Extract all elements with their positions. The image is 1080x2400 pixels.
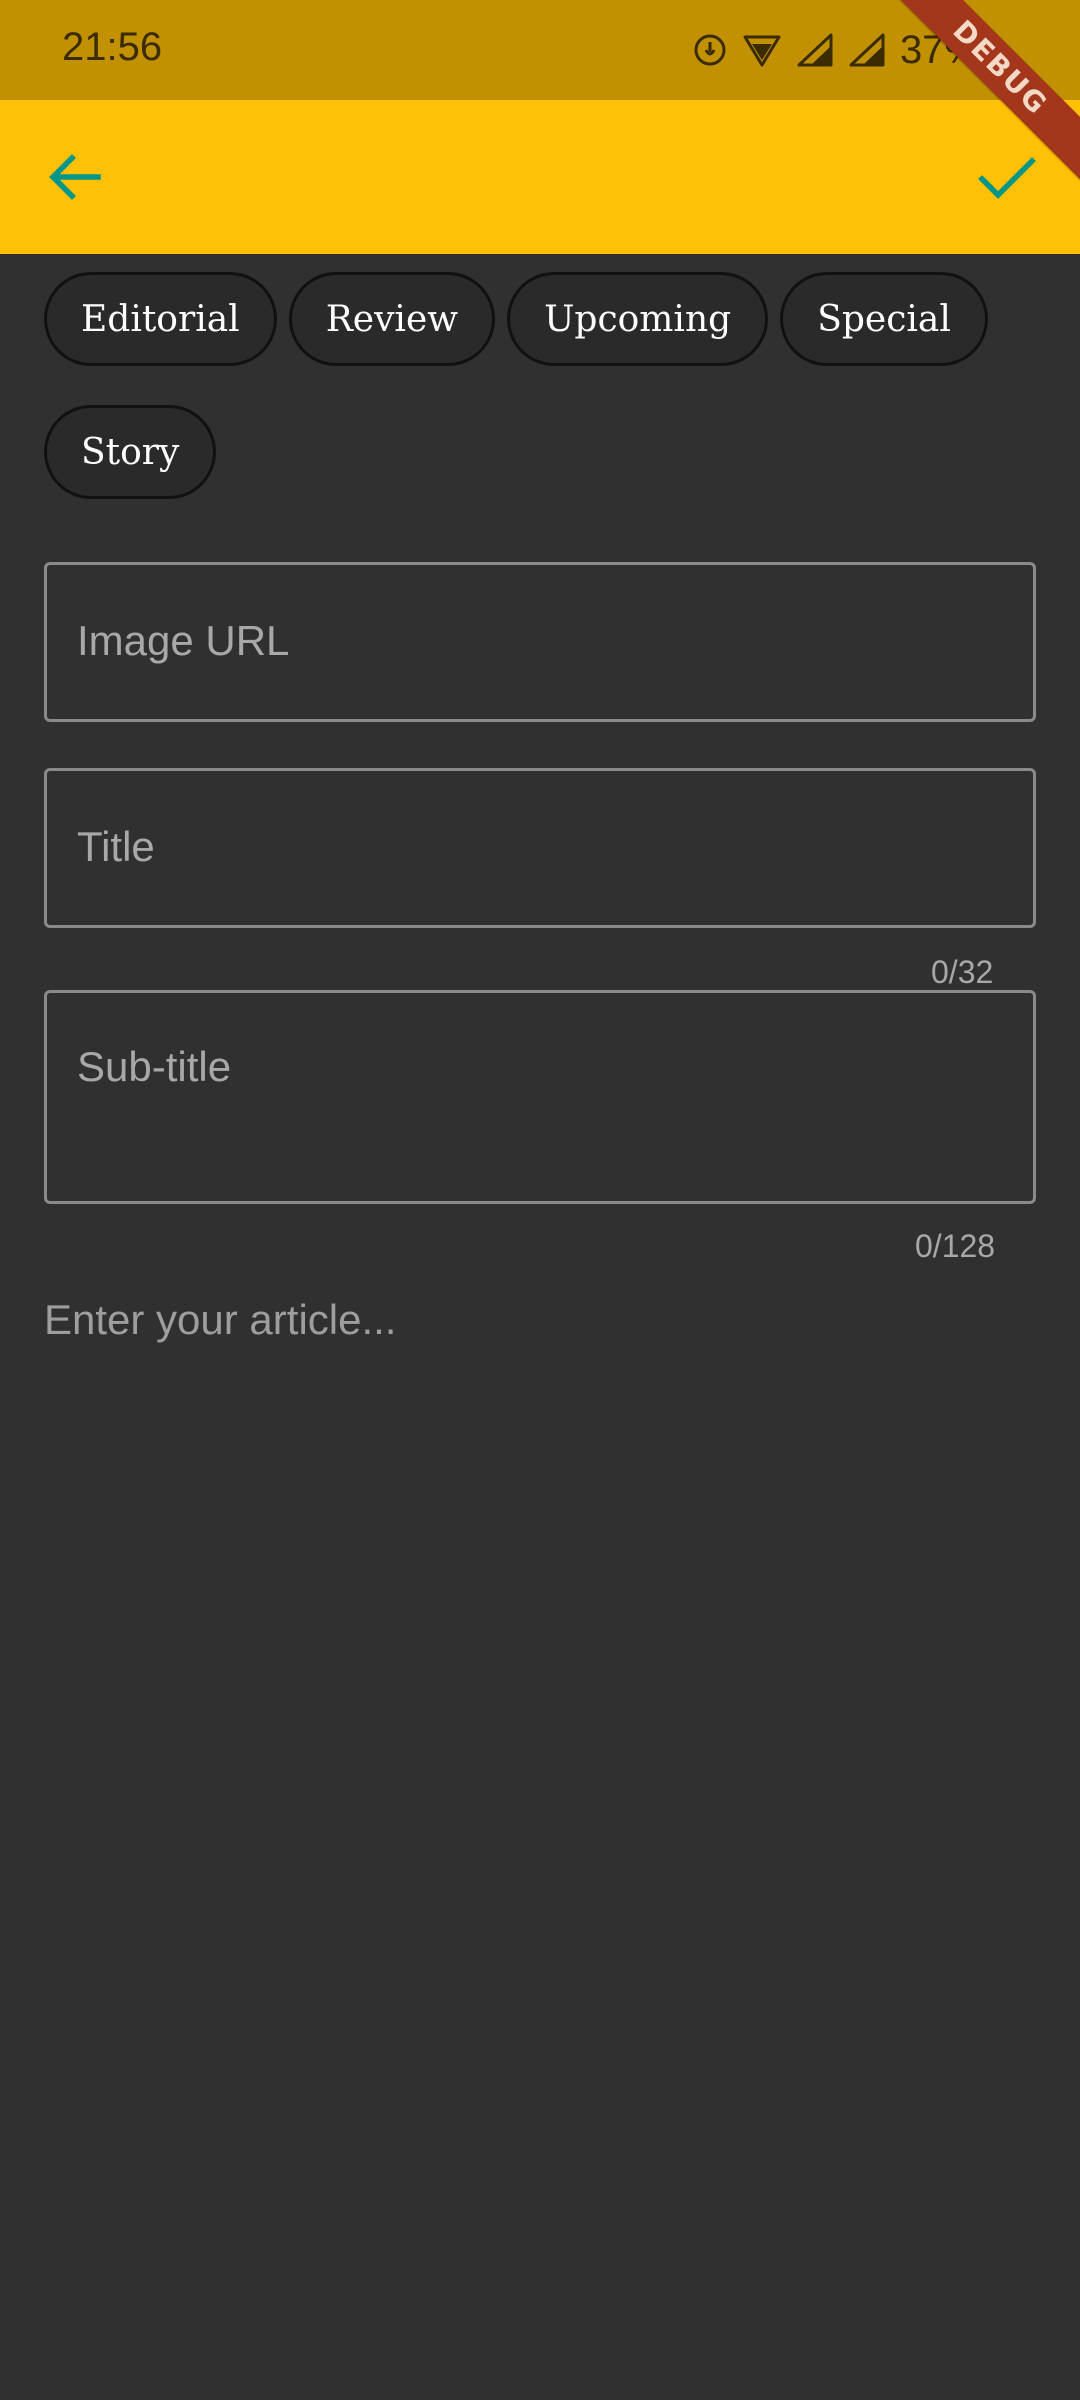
check-icon xyxy=(978,157,1036,199)
title-field[interactable]: Title xyxy=(44,768,1036,928)
article-body-input[interactable]: Enter your article... xyxy=(44,1296,396,1344)
back-button[interactable] xyxy=(40,142,110,212)
chip-editorial[interactable]: Editorial xyxy=(44,272,277,366)
signal-icon xyxy=(796,32,834,68)
title-placeholder: Title xyxy=(77,823,155,870)
subtitle-field[interactable]: Sub-title xyxy=(44,990,1036,1204)
arrow-left-icon xyxy=(49,154,101,200)
screen: 21:56 37% DEBUG Editorial Review Upcomin… xyxy=(0,0,1080,2400)
chip-upcoming[interactable]: Upcoming xyxy=(507,272,769,366)
chip-story[interactable]: Story xyxy=(44,405,217,499)
title-char-counter: 0/32 xyxy=(931,954,994,990)
app-bar xyxy=(0,100,1080,254)
image-url-field[interactable]: Image URL xyxy=(44,562,1036,722)
subtitle-char-counter: 0/128 xyxy=(915,1228,996,1264)
chip-special[interactable]: Special xyxy=(780,272,988,366)
save-article-button[interactable] xyxy=(972,142,1042,212)
signal-icon-2 xyxy=(848,32,886,68)
status-time: 21:56 xyxy=(62,25,163,69)
chip-review[interactable]: Review xyxy=(288,272,496,366)
data-saver-icon xyxy=(692,32,728,68)
subtitle-placeholder: Sub-title xyxy=(77,1043,232,1090)
image-url-placeholder: Image URL xyxy=(77,617,290,664)
category-chips: Editorial Review Upcoming Special Story xyxy=(44,272,1044,499)
wifi-icon xyxy=(742,32,782,68)
